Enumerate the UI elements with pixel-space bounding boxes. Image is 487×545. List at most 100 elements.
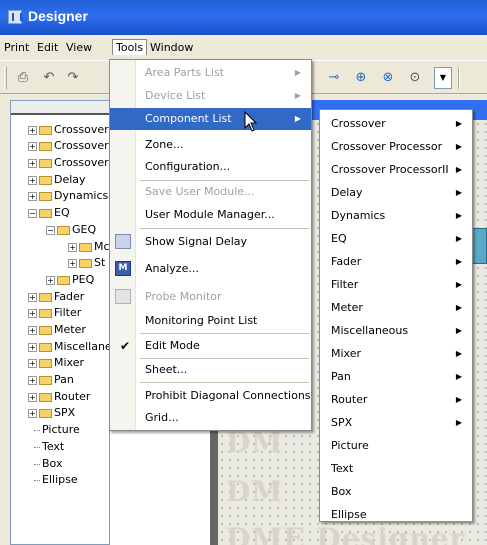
- menu-window[interactable]: Window: [150, 41, 193, 54]
- menu-bar: Print Edit View Tools Window: [0, 38, 487, 59]
- tree-item-geq-stereo[interactable]: + St: [68, 256, 105, 269]
- menu-item-area-parts-list[interactable]: Area Parts List ▶: [110, 62, 311, 84]
- tree-item-geq-mono[interactable]: + Mc: [68, 240, 110, 253]
- submenu-arrow-icon: ▶: [455, 326, 462, 335]
- tree-item-crossover[interactable]: + Crossover: [28, 123, 109, 136]
- submenu-item-filter[interactable]: Filter ▶: [320, 273, 472, 296]
- expand-icon[interactable]: +: [28, 325, 37, 335]
- port-icon[interactable]: ⊙: [406, 69, 424, 87]
- submenu-item-crossover-processor[interactable]: Crossover Processor ▶: [320, 135, 472, 158]
- expand-icon[interactable]: +: [28, 375, 37, 385]
- undo-icon[interactable]: ↶: [40, 69, 58, 87]
- tree-item-filter[interactable]: + Filter: [28, 306, 81, 319]
- tree-item-miscellaneous[interactable]: + Miscellanec: [28, 340, 118, 353]
- tree-item-mixer[interactable]: + Mixer: [28, 356, 84, 369]
- submenu-item-picture[interactable]: Picture: [320, 434, 472, 457]
- collapse-icon[interactable]: −: [28, 208, 37, 218]
- menu-item-analyze[interactable]: M Analyze...: [110, 258, 311, 280]
- expand-icon[interactable]: +: [28, 175, 37, 185]
- redo-icon[interactable]: ↷: [64, 69, 82, 87]
- expand-icon[interactable]: +: [68, 242, 77, 252]
- dropdown-icon[interactable]: ▼: [434, 67, 452, 89]
- component-block[interactable]: [471, 228, 487, 264]
- toolbar-separator: [458, 67, 460, 89]
- tree-item-router[interactable]: + Router: [28, 390, 90, 403]
- submenu-item-text[interactable]: Text: [320, 457, 472, 480]
- tree-item-crossover-processor[interactable]: + Crossover I: [28, 139, 115, 152]
- menu-item-probe-monitor[interactable]: Probe Monitor: [110, 286, 311, 308]
- expand-icon[interactable]: +: [28, 191, 37, 201]
- folder-icon: [39, 308, 52, 318]
- menu-item-prohibit-diagonal[interactable]: Prohibit Diagonal Connections: [110, 385, 311, 407]
- submenu-item-crossover[interactable]: Crossover ▶: [320, 112, 472, 135]
- submenu-item-box[interactable]: Box: [320, 480, 472, 503]
- tree-item-ellipse[interactable]: Ellipse: [34, 473, 78, 486]
- probe-icon: [115, 289, 131, 304]
- submenu-item-delay[interactable]: Delay ▶: [320, 181, 472, 204]
- menu-item-show-signal-delay[interactable]: Show Signal Delay: [110, 231, 311, 253]
- menu-item-configuration[interactable]: Configuration...: [110, 156, 311, 178]
- expand-icon[interactable]: +: [28, 408, 37, 418]
- expand-icon[interactable]: +: [28, 392, 37, 402]
- menu-item-device-list[interactable]: Device List ▶: [110, 85, 311, 107]
- wire-icon[interactable]: ⊸: [325, 69, 343, 87]
- expand-icon[interactable]: +: [28, 308, 37, 318]
- expand-icon[interactable]: +: [68, 258, 77, 268]
- menu-item-grid[interactable]: Grid...: [110, 407, 311, 429]
- add-port-icon[interactable]: ⊕: [352, 69, 370, 87]
- tree-item-picture[interactable]: Picture: [34, 423, 80, 436]
- tree-item-eq[interactable]: − EQ: [28, 206, 70, 219]
- tree-item-geq[interactable]: − GEQ: [46, 223, 96, 236]
- folder-icon: [39, 175, 52, 185]
- toolbar-grip[interactable]: [4, 67, 7, 89]
- expand-icon[interactable]: +: [46, 275, 55, 285]
- tree-item-dynamics[interactable]: + Dynamics: [28, 189, 108, 202]
- submenu-item-fader[interactable]: Fader ▶: [320, 250, 472, 273]
- tree-item-fader[interactable]: + Fader: [28, 290, 84, 303]
- tree-item-box[interactable]: Box: [34, 457, 62, 470]
- menu-item-zone[interactable]: Zone...: [110, 134, 311, 156]
- tree-header: [11, 101, 109, 115]
- remove-port-icon[interactable]: ⊗: [379, 69, 397, 87]
- tree-item-peq[interactable]: + PEQ: [46, 273, 94, 286]
- menu-item-monitoring-point-list[interactable]: Monitoring Point List: [110, 310, 311, 332]
- menu-item-user-module-manager[interactable]: User Module Manager...: [110, 204, 311, 226]
- title-bar[interactable]: Designer: [0, 0, 487, 35]
- expand-icon[interactable]: +: [28, 342, 37, 352]
- menu-item-component-list[interactable]: Component List ▶: [110, 108, 311, 130]
- print-icon[interactable]: ⎙: [14, 69, 32, 87]
- submenu-item-mixer[interactable]: Mixer ▶: [320, 342, 472, 365]
- submenu-item-pan[interactable]: Pan ▶: [320, 365, 472, 388]
- menu-item-save-user-module[interactable]: Save User Module...: [110, 181, 311, 203]
- expand-icon[interactable]: +: [28, 358, 37, 368]
- menu-item-edit-mode[interactable]: ✔ Edit Mode: [110, 335, 311, 357]
- tree-item-meter[interactable]: + Meter: [28, 323, 86, 336]
- expand-icon[interactable]: +: [28, 292, 37, 302]
- expand-icon[interactable]: +: [28, 158, 37, 168]
- folder-icon: [39, 342, 52, 352]
- tree-item-pan[interactable]: + Pan: [28, 373, 74, 386]
- submenu-item-router[interactable]: Router ▶: [320, 388, 472, 411]
- submenu-item-crossover-processor-ii[interactable]: Crossover ProcessorII ▶: [320, 158, 472, 181]
- folder-icon: [39, 325, 52, 335]
- submenu-item-miscellaneous[interactable]: Miscellaneous ▶: [320, 319, 472, 342]
- submenu-item-ellipse[interactable]: Ellipse: [320, 503, 472, 526]
- tree-item-text[interactable]: Text: [34, 440, 64, 453]
- expand-icon[interactable]: +: [28, 141, 37, 151]
- collapse-icon[interactable]: −: [46, 225, 55, 235]
- submenu-item-meter[interactable]: Meter ▶: [320, 296, 472, 319]
- submenu-item-spx[interactable]: SPX ▶: [320, 411, 472, 434]
- menu-print[interactable]: Print: [4, 41, 29, 54]
- submenu-item-eq[interactable]: EQ ▶: [320, 227, 472, 250]
- menu-edit[interactable]: Edit: [37, 41, 58, 54]
- submenu-arrow-icon: ▶: [455, 418, 462, 427]
- tree-item-crossover-processor-ii[interactable]: + Crossover I: [28, 156, 115, 169]
- menu-tools[interactable]: Tools: [112, 39, 148, 55]
- tree-item-delay[interactable]: + Delay: [28, 173, 86, 186]
- submenu-item-dynamics[interactable]: Dynamics ▶: [320, 204, 472, 227]
- menu-item-sheet[interactable]: Sheet...: [110, 359, 311, 381]
- menu-view[interactable]: View: [66, 41, 92, 54]
- folder-open-icon: [57, 225, 70, 235]
- expand-icon[interactable]: +: [28, 125, 37, 135]
- tree-item-spx[interactable]: + SPX: [28, 406, 75, 419]
